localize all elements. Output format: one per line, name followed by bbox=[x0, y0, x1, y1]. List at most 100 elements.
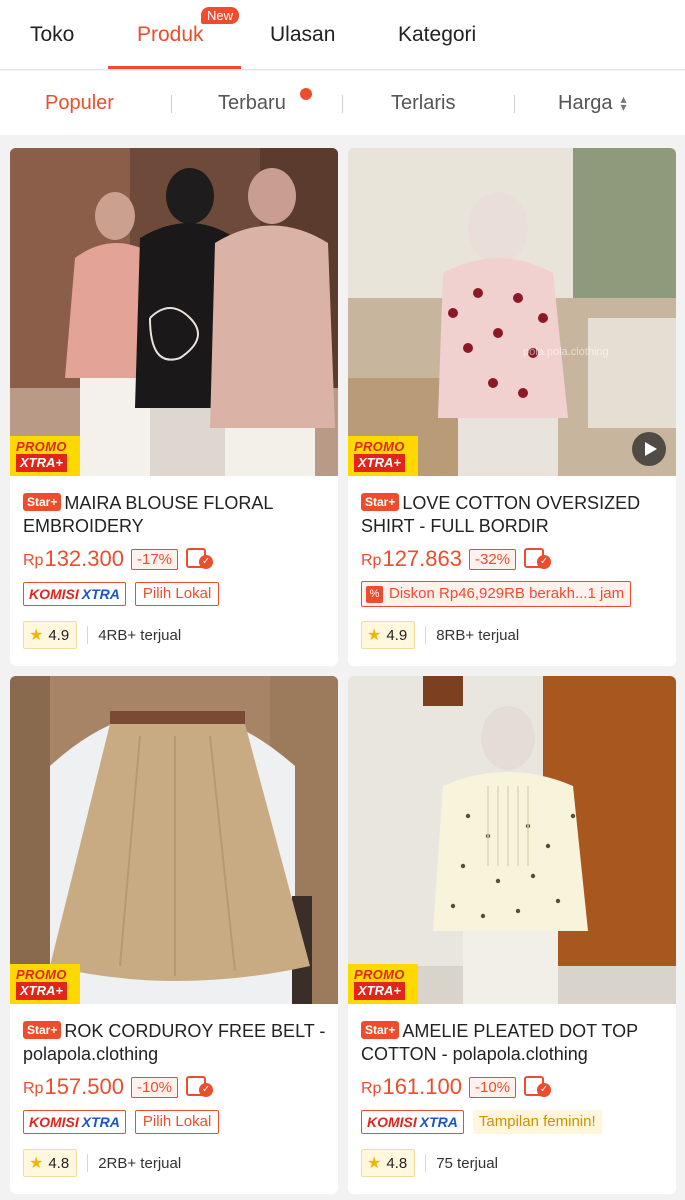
tab-label: Ulasan bbox=[270, 23, 336, 46]
price: 127.863 bbox=[382, 546, 462, 571]
tags-row: KOMISI XTRA Pilih Lokal bbox=[23, 581, 220, 607]
currency: Rp bbox=[361, 1080, 382, 1097]
sort-populer[interactable]: Populer bbox=[45, 71, 114, 135]
rating-value: 4.8 bbox=[386, 1154, 408, 1172]
tab-kategori[interactable]: Kategori bbox=[398, 0, 476, 70]
currency: Rp bbox=[23, 1080, 44, 1097]
new-dot-indicator bbox=[300, 88, 312, 100]
sold-count: 8RB+ terjual bbox=[436, 626, 520, 644]
product-title[interactable]: Star+ AMELIE PLEATED DOT TOP COTTON - pol… bbox=[361, 1020, 666, 1066]
product-title[interactable]: Star+ MAIRA BLOUSE FLORAL EMBROIDERY bbox=[23, 492, 328, 538]
product-card[interactable]: PROMO XTRA+ Star+ MAIRA BLOUSE FLORAL EMB… bbox=[10, 148, 338, 666]
divider bbox=[87, 1154, 89, 1172]
sold-count: 75 terjual bbox=[436, 1154, 498, 1172]
sort-bar: Populer Terbaru Terlaris Harga ▴ ▾ bbox=[0, 71, 685, 135]
tab-label: Kategori bbox=[398, 23, 477, 46]
sort-harga[interactable]: Harga ▴ ▾ bbox=[558, 71, 627, 135]
product-card[interactable]: PROMO XTRA+ Star+ AMELIE PLEATED DOT TOP … bbox=[348, 676, 676, 1194]
tags-row: KOMISI XTRA Pilih Lokal bbox=[23, 1109, 220, 1135]
product-title-text: ROK CORDUROY FREE BELT - polapola.clothi… bbox=[23, 1021, 326, 1064]
promo-text: PROMO bbox=[16, 967, 67, 982]
discount-badge: -10% bbox=[468, 1076, 517, 1098]
rating-value: 4.9 bbox=[386, 626, 408, 644]
play-video-icon[interactable] bbox=[632, 432, 666, 466]
shipping-voucher-icon: ✓ bbox=[524, 1075, 552, 1099]
promo-text: XTRA+ bbox=[16, 982, 67, 1000]
rating-badge: ★ 4.9 bbox=[23, 621, 78, 649]
komisi-text: XTRA bbox=[81, 1114, 120, 1130]
pilih-lokal-tag: Pilih Lokal bbox=[134, 582, 220, 606]
product-title[interactable]: Star+ LOVE COTTON OVERSIZED SHIRT - FULL … bbox=[361, 492, 666, 538]
star-plus-badge: Star+ bbox=[361, 493, 400, 511]
divider bbox=[342, 95, 343, 113]
komisi-text: XTRA bbox=[419, 1114, 458, 1130]
product-title[interactable]: Star+ ROK CORDUROY FREE BELT - polapola.c… bbox=[23, 1020, 328, 1066]
star-plus-badge: Star+ bbox=[23, 1021, 62, 1039]
sold-count: 2RB+ terjual bbox=[98, 1154, 182, 1172]
product-image[interactable]: PROMO XTRA+ bbox=[10, 676, 338, 1004]
percent-icon: % bbox=[366, 585, 383, 603]
komisi-text: KOMISI bbox=[367, 1114, 417, 1130]
rating-badge: ★ 4.8 bbox=[361, 1149, 416, 1177]
sort-label: Terbaru bbox=[218, 91, 286, 114]
discount-badge: -32% bbox=[468, 548, 517, 570]
promo-text: XTRA+ bbox=[354, 982, 405, 1000]
sort-updown-icon: ▴ ▾ bbox=[620, 92, 627, 114]
promo-text: PROMO bbox=[354, 439, 405, 454]
product-image[interactable]: PROMO XTRA+ bbox=[348, 676, 676, 1004]
feature-tag: Tampilan feminin! bbox=[472, 1110, 602, 1134]
shipping-voucher-icon: ✓ bbox=[186, 1075, 214, 1099]
komisi-text: KOMISI bbox=[29, 1114, 79, 1130]
komisi-text: XTRA bbox=[81, 586, 120, 602]
rating-row: ★ 4.9 8RB+ terjual bbox=[361, 620, 519, 650]
promo-xtra-badge: PROMO XTRA+ bbox=[10, 964, 80, 1004]
new-badge: New bbox=[201, 7, 240, 24]
star-plus-badge: Star+ bbox=[23, 493, 62, 511]
product-image[interactable]: PROMO XTRA+ bbox=[10, 148, 338, 476]
promo-xtra-badge: PROMO XTRA+ bbox=[348, 964, 418, 1004]
divider bbox=[514, 95, 515, 113]
price: 157.500 bbox=[44, 1074, 124, 1099]
product-image[interactable]: pola.pola.clothing PROMO XTRA+ bbox=[348, 148, 676, 476]
discount-badge: -17% bbox=[130, 548, 179, 570]
shipping-voucher-icon: ✓ bbox=[186, 547, 214, 571]
star-icon: ★ bbox=[367, 1155, 382, 1172]
komisi-xtra-badge: KOMISI XTRA bbox=[23, 1110, 126, 1134]
currency: Rp bbox=[23, 552, 44, 569]
komisi-text: KOMISI bbox=[29, 586, 79, 602]
shipping-voucher-icon: ✓ bbox=[524, 547, 552, 571]
tags-row: % Diskon Rp46,929RB berakh...1 jam bbox=[361, 581, 632, 607]
product-card[interactable]: pola.pola.clothing PROMO XTRA+ Star+ LOVE… bbox=[348, 148, 676, 666]
sold-count: 4RB+ terjual bbox=[98, 626, 182, 644]
price: 161.100 bbox=[382, 1074, 462, 1099]
price-row: Rp 161.100 -10% ✓ bbox=[361, 1072, 552, 1102]
tab-produk[interactable]: Produk bbox=[137, 0, 204, 70]
rating-value: 4.9 bbox=[48, 626, 70, 644]
promo-text: XTRA+ bbox=[354, 454, 405, 472]
product-title-text: AMELIE PLEATED DOT TOP COTTON - polapola… bbox=[361, 1021, 638, 1064]
star-icon: ★ bbox=[29, 1155, 44, 1172]
komisi-xtra-badge: KOMISI XTRA bbox=[361, 1110, 464, 1134]
product-title-text: LOVE COTTON OVERSIZED SHIRT - FULL BORDI… bbox=[361, 493, 641, 536]
star-icon: ★ bbox=[29, 627, 44, 644]
rating-value: 4.8 bbox=[48, 1154, 70, 1172]
divider bbox=[425, 1154, 427, 1172]
promo-xtra-badge: PROMO XTRA+ bbox=[10, 436, 80, 476]
tab-toko[interactable]: Toko bbox=[30, 0, 74, 70]
active-tab-indicator bbox=[108, 66, 241, 69]
shop-tab-bar: Toko Produk New Ulasan Kategori bbox=[0, 0, 685, 70]
image-watermark: pola.pola.clothing bbox=[523, 346, 609, 358]
sort-label: Populer bbox=[45, 91, 114, 114]
discount-badge: -10% bbox=[130, 1076, 179, 1098]
promo-text: XTRA+ bbox=[16, 454, 67, 472]
sort-terbaru[interactable]: Terbaru bbox=[218, 71, 286, 135]
pilih-lokal-tag: Pilih Lokal bbox=[134, 1110, 220, 1134]
sort-label: Terlaris bbox=[391, 91, 456, 114]
sort-terlaris[interactable]: Terlaris bbox=[391, 71, 455, 135]
star-icon: ★ bbox=[367, 627, 382, 644]
divider bbox=[425, 626, 427, 644]
rating-row: ★ 4.9 4RB+ terjual bbox=[23, 620, 181, 650]
product-card[interactable]: PROMO XTRA+ Star+ ROK CORDUROY FREE BELT … bbox=[10, 676, 338, 1194]
promo-xtra-badge: PROMO XTRA+ bbox=[348, 436, 418, 476]
tab-ulasan[interactable]: Ulasan bbox=[270, 0, 335, 70]
